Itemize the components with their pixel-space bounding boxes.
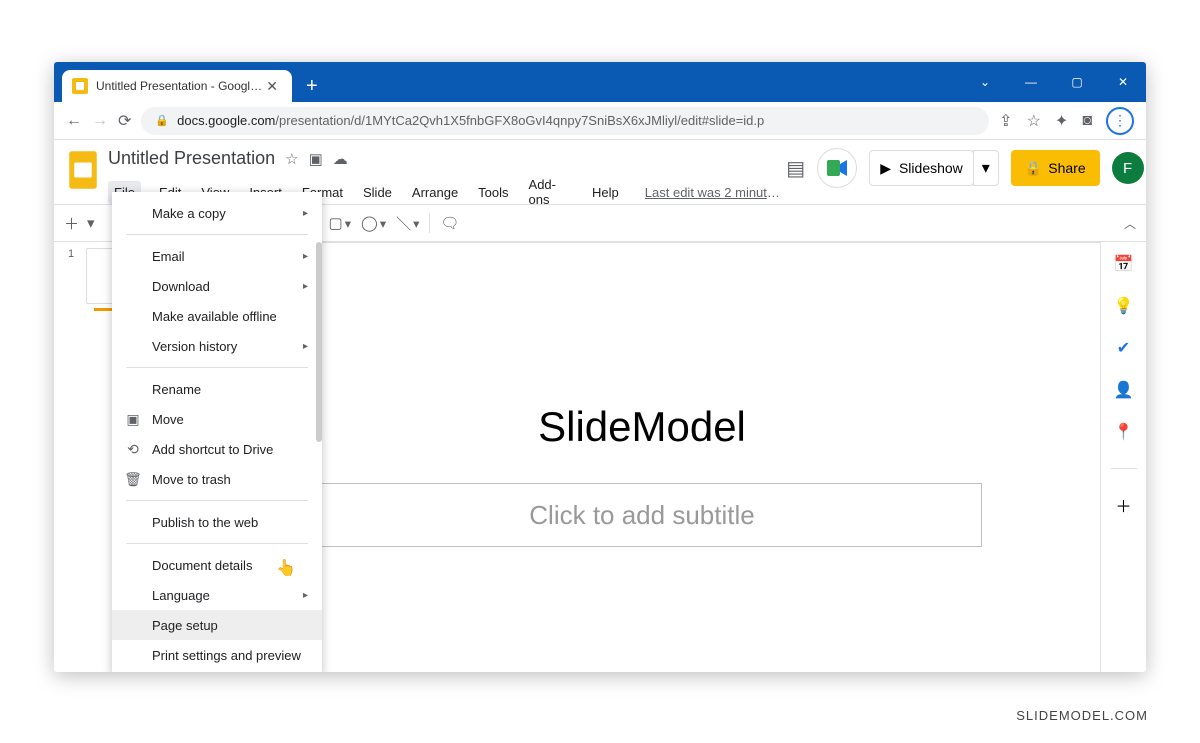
slide-canvas[interactable]: SlideModel Click to add subtitle	[287, 263, 997, 672]
keep-icon[interactable]: 💡	[1114, 296, 1134, 316]
shape-button[interactable]: ◯ ▾	[361, 214, 386, 232]
menu-help[interactable]: Help	[590, 181, 621, 204]
menu-slide[interactable]: Slide	[361, 181, 394, 204]
line-button[interactable]: ＼ ▾	[396, 213, 419, 234]
window-maximize-button[interactable]: ▢	[1054, 62, 1100, 102]
slide-subtitle-box[interactable]: Click to add subtitle	[302, 483, 982, 547]
share-label: Share	[1048, 160, 1085, 176]
separator	[1111, 468, 1137, 469]
drive-shortcut-icon: ⟲	[124, 441, 142, 458]
folder-move-icon: ▣	[124, 411, 142, 428]
footer-brand: SLIDEMODEL.COM	[1016, 708, 1148, 723]
file-make-copy[interactable]: Make a copy▸	[112, 198, 322, 228]
url-box[interactable]: 🔒 docs.google.com/presentation/d/1MYtCa2…	[141, 107, 989, 135]
window-close-button[interactable]: ✕	[1100, 62, 1146, 102]
slideshow-caret-button[interactable]: ▾	[973, 150, 999, 186]
contacts-icon[interactable]: 👤	[1114, 380, 1134, 400]
new-slide-caret[interactable]: ▾	[87, 214, 95, 232]
menu-tools[interactable]: Tools	[476, 181, 510, 204]
file-add-shortcut[interactable]: ⟲Add shortcut to Drive	[112, 434, 322, 464]
url-text: docs.google.com/presentation/d/1MYtCa2Qv…	[177, 113, 764, 128]
slides-logo-icon[interactable]	[68, 148, 98, 192]
cloud-status-icon[interactable]: ☁	[333, 150, 348, 168]
comment-button[interactable]: 🗨	[440, 214, 459, 232]
window-controls: ⌄ — ▢ ✕	[962, 62, 1146, 102]
browser-menu-button[interactable]: ⋮	[1106, 107, 1134, 135]
titlebar: Untitled Presentation - Google S ✕ + ⌄ —…	[54, 62, 1146, 102]
calendar-icon[interactable]: 📅	[1114, 254, 1134, 274]
dropdown-scrollbar[interactable]	[316, 242, 322, 442]
window-minimize-button[interactable]: —	[1008, 62, 1054, 102]
file-print-settings[interactable]: Print settings and preview	[112, 640, 322, 670]
new-tab-button[interactable]: +	[292, 70, 332, 102]
bookmark-star-icon[interactable]: ☆	[1027, 111, 1041, 131]
account-avatar[interactable]: F	[1112, 152, 1144, 184]
slideshow-label: Slideshow	[899, 160, 963, 176]
lock-icon: 🔒	[155, 114, 169, 127]
file-trash[interactable]: 🗑Move to trash	[112, 464, 322, 494]
separator	[429, 213, 430, 233]
new-slide-button[interactable]: ＋	[64, 213, 79, 234]
file-download[interactable]: Download▸	[112, 271, 322, 301]
side-panel: 📅 💡 ✔ 👤 📍 ＋	[1100, 242, 1146, 672]
file-details[interactable]: Document details	[112, 550, 322, 580]
tasks-icon[interactable]: ✔	[1114, 338, 1134, 358]
file-rename[interactable]: Rename	[112, 374, 322, 404]
doc-title[interactable]: Untitled Presentation	[108, 148, 275, 169]
file-offline[interactable]: Make available offline	[112, 301, 322, 331]
file-publish[interactable]: Publish to the web	[112, 507, 322, 537]
address-bar: ← → ⟳ 🔒 docs.google.com/presentation/d/1…	[54, 102, 1146, 140]
browser-window: Untitled Presentation - Google S ✕ + ⌄ —…	[54, 62, 1146, 672]
slides-favicon-icon	[72, 78, 88, 94]
nav-reload-icon[interactable]: ⟳	[118, 111, 131, 131]
share-button[interactable]: 🔒 Share	[1011, 150, 1100, 186]
comments-icon[interactable]: ▤	[786, 156, 805, 181]
star-icon[interactable]: ☆	[285, 150, 298, 168]
profile-icon[interactable]: ◙	[1082, 112, 1092, 130]
window-chevron-icon[interactable]: ⌄	[962, 62, 1008, 102]
present-icon: ▶	[880, 160, 891, 177]
menu-arrange[interactable]: Arrange	[410, 181, 460, 204]
tab-title: Untitled Presentation - Google S	[96, 79, 262, 93]
file-menu-dropdown: Make a copy▸ Email▸ Download▸ Make avail…	[112, 192, 322, 672]
tab-close-icon[interactable]: ✕	[262, 78, 282, 95]
extensions-icon[interactable]: ✦	[1055, 111, 1068, 131]
nav-forward-icon[interactable]: →	[92, 112, 108, 130]
nav-back-icon[interactable]: ←	[66, 112, 82, 130]
meet-button[interactable]	[817, 148, 857, 188]
move-folder-icon[interactable]: ▣	[309, 150, 323, 168]
slide-number: 1	[68, 248, 74, 260]
file-language[interactable]: Language▸	[112, 580, 322, 610]
browser-tab[interactable]: Untitled Presentation - Google S ✕	[62, 70, 292, 102]
slide-title-box[interactable]: SlideModel	[302, 403, 982, 451]
file-move[interactable]: ▣Move	[112, 404, 322, 434]
collapse-toolbar-icon[interactable]: ︿	[1124, 215, 1136, 232]
trash-icon: 🗑	[124, 471, 142, 488]
file-email[interactable]: Email▸	[112, 241, 322, 271]
file-page-setup[interactable]: Page setup	[112, 610, 322, 640]
lock-icon: 🔒	[1025, 160, 1042, 177]
last-edit-info[interactable]: Last edit was 2 minutes a...	[645, 185, 787, 200]
app-header: Untitled Presentation ☆ ▣ ☁ File Edit Vi…	[54, 140, 1146, 198]
maps-icon[interactable]: 📍	[1114, 422, 1134, 442]
slideshow-button[interactable]: ▶ Slideshow	[869, 150, 974, 186]
image-button[interactable]: ▢ ▾	[329, 214, 351, 232]
file-version-history[interactable]: Version history▸	[112, 331, 322, 361]
add-addon-icon[interactable]: ＋	[1114, 495, 1134, 515]
share-url-icon[interactable]: ⇪	[999, 111, 1012, 131]
